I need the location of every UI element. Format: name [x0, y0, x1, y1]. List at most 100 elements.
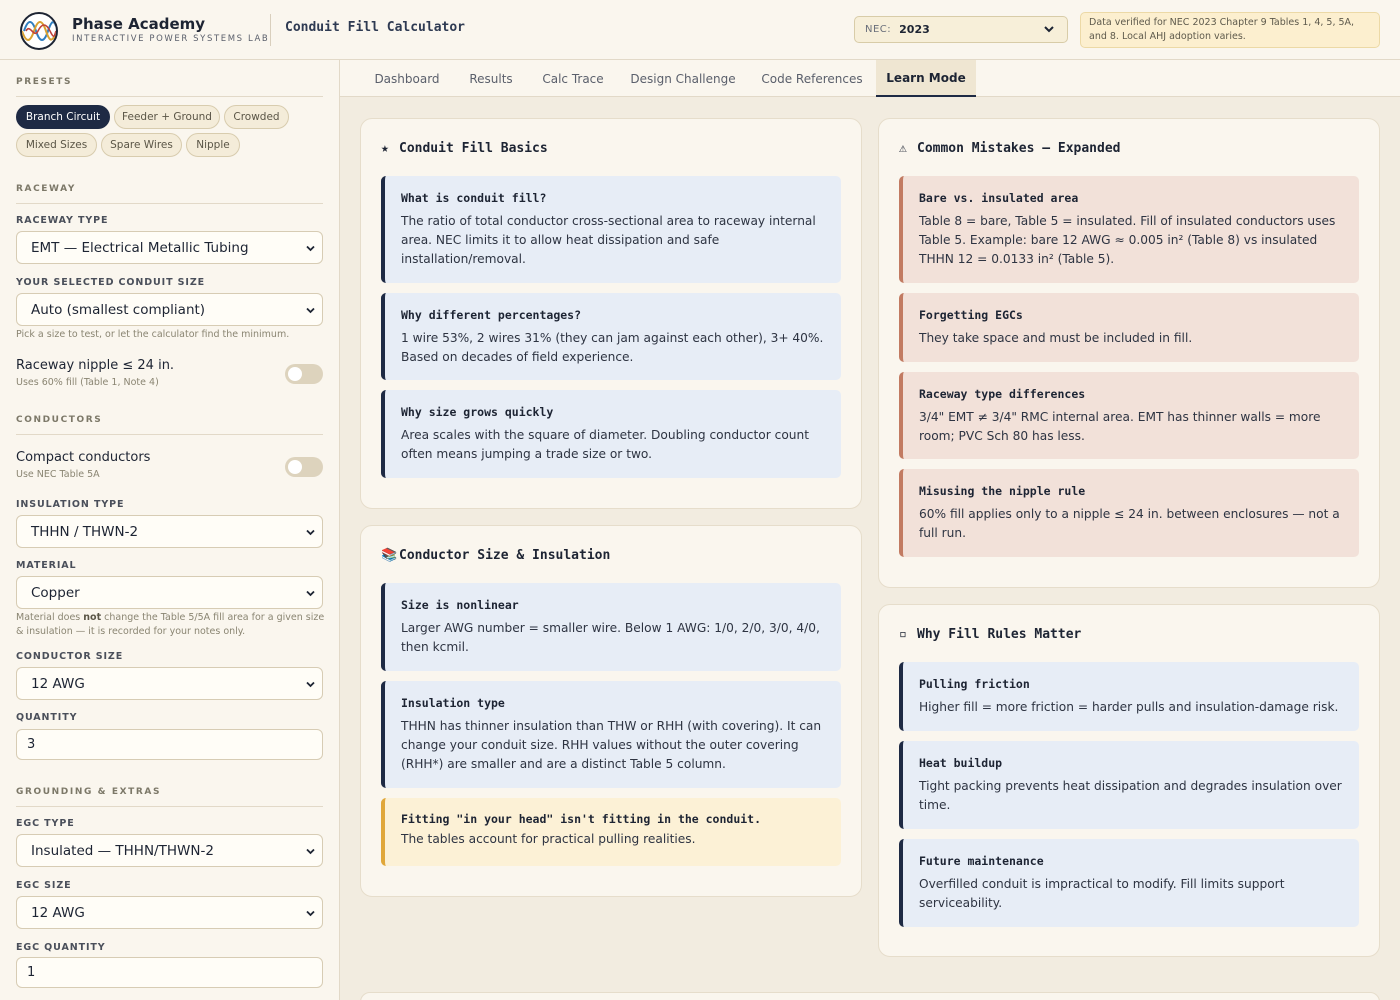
- note-heading: What is conduit fill?: [401, 191, 547, 205]
- nipple-toggle[interactable]: [285, 364, 323, 384]
- tab-design-challenge[interactable]: Design Challenge: [622, 60, 744, 97]
- note-heading: Forgetting EGCs: [919, 308, 1023, 322]
- learn-note: Future maintenance Overfilled conduit is…: [899, 839, 1359, 927]
- preset-spare-wires[interactable]: Spare Wires: [101, 133, 182, 157]
- preset-nipple[interactable]: Nipple: [186, 133, 240, 157]
- card-title-text: Common Mistakes — Expanded: [917, 141, 1121, 156]
- note-body: Area scales with the square of diameter.…: [401, 428, 809, 461]
- main-tabs: Dashboard Results Calc Trace Design Chal…: [340, 60, 1400, 97]
- chevron-down-icon: [306, 529, 315, 536]
- conduit-size-label: YOUR SELECTED CONDUIT SIZE: [16, 277, 206, 288]
- conductor-size-select[interactable]: 12 AWG: [16, 667, 323, 700]
- warning-icon: ⚠: [899, 141, 907, 156]
- app-title: Conduit Fill Calculator: [285, 20, 466, 35]
- chevron-down-icon: [306, 681, 315, 688]
- tab-dashboard[interactable]: Dashboard: [360, 60, 454, 97]
- note-heading: Future maintenance: [919, 854, 1044, 868]
- note-heading: Why size grows quickly: [401, 405, 554, 419]
- egc-size-label: EGC SIZE: [16, 880, 72, 891]
- conduit-size-select[interactable]: Auto (smallest compliant): [16, 293, 323, 326]
- toggle-knob: [288, 367, 302, 381]
- egc-type-value: Insulated — THHN/THWN-2: [31, 842, 214, 859]
- nec-edition-select[interactable]: NEC: 2023: [854, 16, 1068, 43]
- preset-feeder-ground[interactable]: Feeder + Ground: [114, 105, 220, 129]
- phase-academy-logo[interactable]: [20, 12, 58, 50]
- note-body: Table 8 = bare, Table 5 = insulated. Fil…: [919, 214, 1336, 266]
- raceway-type-label: RACEWAY TYPE: [16, 215, 109, 226]
- learn-note: Bare vs. insulated area Table 8 = bare, …: [899, 176, 1359, 283]
- egc-size-value: 12 AWG: [31, 904, 85, 921]
- card-title: 📚 Conductor Size & Insulation: [381, 548, 610, 563]
- raceway-type-value: EMT — Electrical Metallic Tubing: [31, 239, 249, 256]
- card-title: ⚠ Common Mistakes — Expanded: [899, 141, 1121, 156]
- card-title: ★ Conduit Fill Basics: [381, 141, 548, 156]
- note-body: The ratio of total conductor cross-secti…: [401, 214, 816, 266]
- section-divider: [16, 806, 323, 807]
- chevron-down-icon: [306, 590, 315, 597]
- compact-toggle-label: Compact conductors: [16, 450, 151, 465]
- note-body: THHN has thinner insulation than THW or …: [401, 719, 822, 771]
- note-body: Larger AWG number = smaller wire. Below …: [401, 621, 820, 654]
- note-body: The tables account for practical pulling…: [401, 832, 696, 846]
- insulation-type-select[interactable]: THHN / THWN-2: [16, 515, 323, 548]
- learn-note: Misusing the nipple rule 60% fill applie…: [899, 469, 1359, 557]
- note-heading: Raceway type differences: [919, 387, 1086, 401]
- note-body: Tight packing prevents heat dissipation …: [919, 779, 1342, 812]
- top-bar: Phase Academy INTERACTIVE POWER SYSTEMS …: [0, 0, 1400, 60]
- insulation-type-value: THHN / THWN-2: [31, 523, 139, 540]
- quantity-input[interactable]: 3: [16, 729, 323, 760]
- nipple-toggle-subtext: Uses 60% fill (Table 1, Note 4): [16, 377, 159, 388]
- conductor-size-insulation-card: 📚 Conductor Size & Insulation Size is non…: [360, 525, 862, 897]
- insulation-type-label: INSULATION TYPE: [16, 499, 125, 510]
- sine-wave-icon: [22, 21, 56, 41]
- learn-note: Forgetting EGCs They take space and must…: [899, 293, 1359, 362]
- learn-note: Why size grows quickly Area scales with …: [381, 390, 841, 478]
- conductors-section-title: CONDUCTORS: [16, 415, 103, 425]
- conduit-size-hint: Pick a size to test, or let the calculat…: [16, 329, 290, 340]
- toggle-knob: [288, 460, 302, 474]
- learn-note: Size is nonlinear Larger AWG number = sm…: [381, 583, 841, 671]
- tab-calc-trace[interactable]: Calc Trace: [530, 60, 616, 97]
- raceway-type-select[interactable]: EMT — Electrical Metallic Tubing: [16, 231, 323, 264]
- tab-learn-mode[interactable]: Learn Mode: [876, 60, 976, 97]
- nipple-toggle-label: Raceway nipple ≤ 24 in.: [16, 358, 175, 373]
- compact-toggle-subtext: Use NEC Table 5A: [16, 469, 100, 480]
- star-icon: ★: [381, 141, 389, 156]
- note-body: 60% fill applies only to a nipple ≤ 24 i…: [919, 507, 1340, 540]
- note-body: 3/4" EMT ≠ 3/4" RMC internal area. EMT h…: [919, 410, 1321, 443]
- square-icon: ▫: [899, 627, 907, 642]
- learn-note: Insulation type THHN has thinner insulat…: [381, 681, 841, 788]
- egc-quantity-label: EGC QUANTITY: [16, 942, 106, 953]
- presets-section-title: PRESETS: [16, 77, 73, 87]
- egc-quantity-input[interactable]: 1: [16, 957, 323, 988]
- chevron-down-icon: [1044, 26, 1054, 33]
- egc-type-select[interactable]: Insulated — THHN/THWN-2: [16, 834, 323, 867]
- chevron-down-icon: [306, 910, 315, 917]
- settings-sidebar: PRESETS Branch Circuit Feeder + Ground C…: [0, 60, 340, 1000]
- note-body: Overfilled conduit is impractical to mod…: [919, 877, 1285, 910]
- learn-note: Raceway type differences 3/4" EMT ≠ 3/4"…: [899, 372, 1359, 459]
- tab-results[interactable]: Results: [458, 60, 524, 97]
- compact-toggle[interactable]: [285, 457, 323, 477]
- material-select[interactable]: Copper: [16, 576, 323, 609]
- preset-branch-circuit[interactable]: Branch Circuit: [16, 105, 110, 129]
- nec-verification-notice: Data verified for NEC 2023 Chapter 9 Tab…: [1080, 12, 1380, 48]
- learn-note: Pulling friction Higher fill = more fric…: [899, 662, 1359, 731]
- card-title-text: Conduit Fill Basics: [399, 141, 548, 156]
- books-icon: 📚: [381, 548, 398, 563]
- conduit-size-value: Auto (smallest compliant): [31, 301, 206, 318]
- chevron-down-icon: [306, 307, 315, 314]
- brand-subtitle: INTERACTIVE POWER SYSTEMS LAB: [72, 34, 270, 44]
- next-card-edge: [360, 992, 1380, 1000]
- header-divider: [270, 14, 271, 46]
- preset-mixed-sizes[interactable]: Mixed Sizes: [16, 133, 97, 157]
- note-heading: Why different percentages?: [401, 308, 582, 322]
- why-fill-rules-card: ▫ Why Fill Rules Matter Pulling friction …: [878, 604, 1380, 957]
- egc-size-select[interactable]: 12 AWG: [16, 896, 323, 929]
- tab-code-references[interactable]: Code References: [752, 60, 872, 97]
- note-body: They take space and must be included in …: [919, 331, 1193, 345]
- egc-type-label: EGC TYPE: [16, 818, 75, 829]
- chevron-down-icon: [306, 245, 315, 252]
- preset-crowded[interactable]: Crowded: [224, 105, 289, 129]
- grounding-section-title: GROUNDING & EXTRAS: [16, 787, 162, 797]
